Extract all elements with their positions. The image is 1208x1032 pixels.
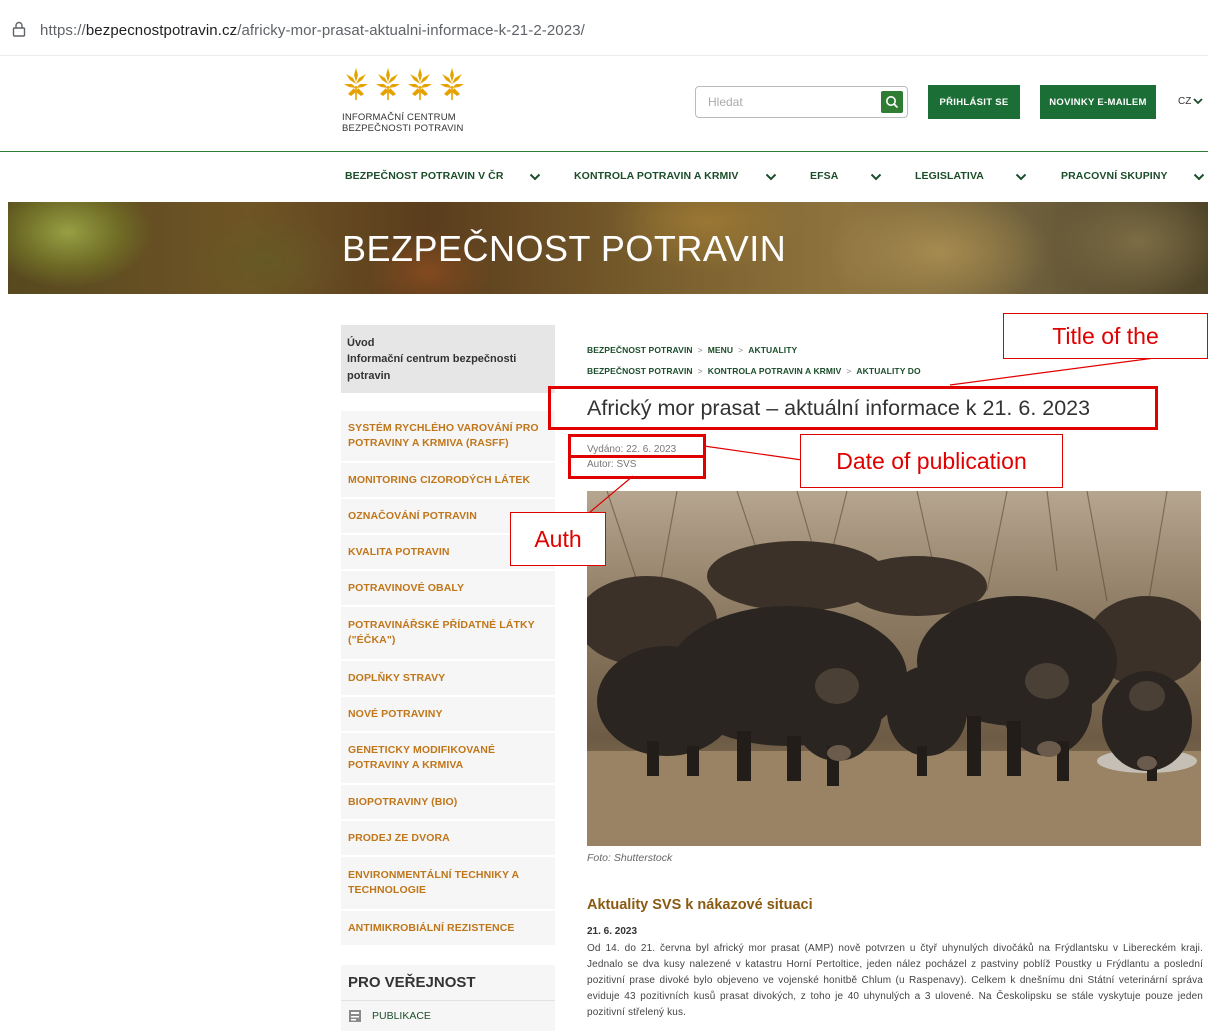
language-label: CZ xyxy=(1178,96,1192,107)
sidebar-header-subtitle: Informační centrum bezpečnosti potravin xyxy=(347,353,517,382)
wild-boars-image xyxy=(587,491,1201,846)
logo-text-line2: BEZPEČNOSTI POTRAVIN xyxy=(342,123,464,134)
date-annotation-label: Date of publication xyxy=(800,434,1063,488)
chevron-down-icon xyxy=(1193,98,1203,105)
hero-banner: BEZPEČNOST POTRAVIN xyxy=(8,202,1208,294)
chevron-down-icon[interactable] xyxy=(870,172,882,182)
breadcrumb-link[interactable]: AKTUALITY DO xyxy=(856,366,920,376)
login-button[interactable]: PŘIHLÁSIT SE xyxy=(928,85,1020,119)
sidebar-item-label: PUBLIKACE xyxy=(372,1010,431,1022)
search-input[interactable] xyxy=(696,87,866,117)
chevron-down-icon[interactable] xyxy=(1015,172,1027,182)
section-heading: Aktuality SVS k nákazové situaci xyxy=(587,897,813,913)
nav-item-bezpecnost[interactable]: BEZPEČNOST POTRAVIN V ČR xyxy=(345,170,504,182)
breadcrumb-link[interactable]: MENU xyxy=(708,345,733,355)
sidebar-item-gmo[interactable]: GENETICKY MODIFIKOVANÉ POTRAVINY A KRMIV… xyxy=(341,733,555,785)
search-box xyxy=(695,86,908,118)
nav-item-legislativa[interactable]: LEGISLATIVA xyxy=(915,170,984,182)
nav-item-pracovni-skupiny[interactable]: PRACOVNÍ SKUPINY xyxy=(1061,170,1168,182)
breadcrumb: BEZPEČNOST POTRAVIN > KONTROLA POTRAVIN A … xyxy=(587,366,921,376)
site-logo[interactable]: INFORMAČNÍ CENTRUM BEZPEČNOSTI POTRAVIN xyxy=(342,66,492,138)
sidebar-item-obaly[interactable]: POTRAVINOVÉ OBALY xyxy=(341,571,555,607)
search-icon xyxy=(886,96,899,109)
author-annotation-label: Auth xyxy=(510,512,606,566)
public-section-title: PRO VEŘEJNOST xyxy=(341,965,555,1001)
breadcrumb-separator: > xyxy=(846,366,852,376)
breadcrumb-separator: > xyxy=(697,366,703,376)
breadcrumb-separator: > xyxy=(697,345,703,355)
sidebar: Úvod Informační centrum bezpečnosti potr… xyxy=(341,325,555,1031)
breadcrumb: BEZPEČNOST POTRAVIN > MENU > AKTUALITY xyxy=(587,345,797,355)
sidebar-header-title: Úvod xyxy=(347,337,375,349)
sidebar-item-environmentalni[interactable]: ENVIRONMENTÁLNÍ TECHNIKY A TECHNOLOGIE xyxy=(341,857,555,911)
sidebar-item-publikace[interactable]: PUBLIKACE xyxy=(341,1001,555,1031)
title-highlight-box xyxy=(548,386,1158,430)
photo-caption: Foto: Shutterstock xyxy=(587,852,673,864)
sidebar-item-monitoring[interactable]: MONITORING CIZORODÝCH LÁTEK xyxy=(341,463,555,499)
browser-url-bar[interactable]: https://bezpecnostpotravin.cz/africky-mo… xyxy=(0,0,1208,56)
breadcrumb-link[interactable]: BEZPEČNOST POTRAVIN xyxy=(587,366,693,376)
book-icon xyxy=(349,1010,361,1022)
logo-flowers-icon xyxy=(342,66,492,104)
breadcrumb-link[interactable]: BEZPEČNOST POTRAVIN xyxy=(587,345,693,355)
sidebar-item-biopotraviny[interactable]: BIOPOTRAVINY (BIO) xyxy=(341,785,555,821)
chevron-down-icon[interactable] xyxy=(1193,172,1205,182)
breadcrumb-link[interactable]: KONTROLA POTRAVIN A KRMIV xyxy=(708,366,842,376)
breadcrumb-link[interactable]: AKTUALITY xyxy=(748,345,797,355)
author-highlight-box xyxy=(568,455,706,479)
language-selector[interactable]: CZ xyxy=(1178,96,1203,107)
main-nav: BEZPEČNOST POTRAVIN V ČR KONTROLA POTRAV… xyxy=(0,170,1208,186)
newsletter-button[interactable]: NOVINKY E-MAILEM xyxy=(1040,85,1156,119)
title-annotation-label: Title of the xyxy=(1003,313,1208,359)
sidebar-item-nove-potraviny[interactable]: NOVÉ POTRAVINY xyxy=(341,697,555,733)
search-button[interactable] xyxy=(881,91,903,113)
logo-text-line1: INFORMAČNÍ CENTRUM xyxy=(342,112,456,123)
sidebar-item-rasff[interactable]: SYSTÉM RYCHLÉHO VAROVÁNÍ PRO POTRAVINY A… xyxy=(341,411,555,463)
nav-item-efsa[interactable]: EFSA xyxy=(810,170,838,182)
chevron-down-icon[interactable] xyxy=(765,172,777,182)
sidebar-item-amr[interactable]: ANTIMIKROBIÁLNÍ REZISTENCE xyxy=(341,911,555,947)
chevron-down-icon[interactable] xyxy=(529,172,541,182)
article-photo xyxy=(587,491,1201,846)
nav-item-kontrola[interactable]: KONTROLA POTRAVIN A KRMIV xyxy=(574,170,738,182)
hero-title: BEZPEČNOST POTRAVIN xyxy=(342,228,787,269)
url-text[interactable]: https://bezpecnostpotravin.cz/africky-mo… xyxy=(40,22,585,39)
breadcrumb-separator: > xyxy=(738,345,744,355)
article-paragraph: Od 14. do 21. června byl africký mor pra… xyxy=(587,943,1203,1018)
paragraph-date: 21. 6. 2023 xyxy=(587,926,638,937)
header-divider xyxy=(0,151,1208,152)
lock-icon xyxy=(12,21,26,37)
sidebar-item-doplnky-stravy[interactable]: DOPLŇKY STRAVY xyxy=(341,661,555,697)
sidebar-header[interactable]: Úvod Informační centrum bezpečnosti potr… xyxy=(341,325,555,393)
public-section: PRO VEŘEJNOST PUBLIKACE xyxy=(341,965,555,1031)
sidebar-item-prodej-ze-dvora[interactable]: PRODEJ ZE DVORA xyxy=(341,821,555,857)
sidebar-item-pridatne-latky[interactable]: POTRAVINÁŘSKÉ PŘÍDATNÉ LÁTKY ("ÉČKA") xyxy=(341,607,555,661)
